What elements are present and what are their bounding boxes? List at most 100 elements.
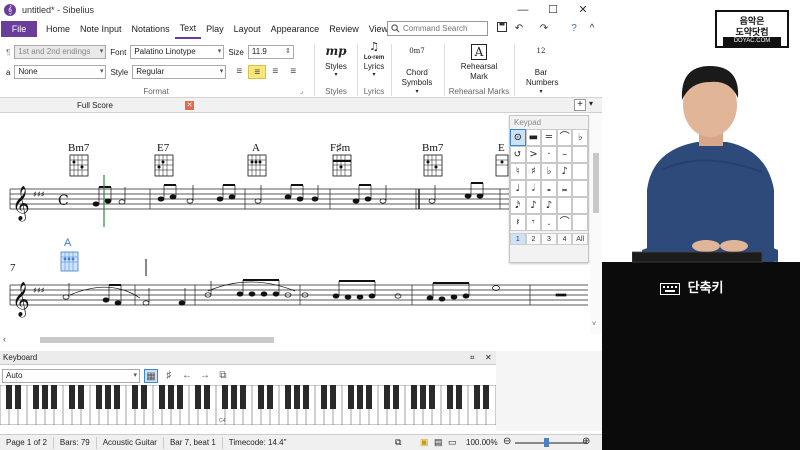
spreads-view-icon[interactable]: ▤ — [434, 437, 443, 448]
arrow-right-icon[interactable]: → — [198, 369, 212, 383]
pin-icon[interactable]: ⌗ — [470, 351, 475, 365]
chord-symbol-1[interactable]: Bm7 — [68, 142, 90, 154]
tab-note-input[interactable]: Note Input — [75, 20, 127, 38]
keypad-layout-tab-1[interactable]: 1 — [510, 233, 526, 245]
text-style-dropdown[interactable]: 1st and 2nd endings ▾ — [14, 45, 107, 59]
vertical-scrollbar[interactable]: ˅ — [590, 113, 602, 335]
styles-button[interactable]: mp Styles ▾ — [318, 40, 354, 78]
keypad-key[interactable]: 𝅘𝅥𝅯 — [510, 197, 526, 214]
add-tab-icon[interactable]: + — [574, 99, 586, 111]
keypad-key[interactable]: ⊙ — [510, 129, 526, 146]
keypad-key[interactable]: · — [541, 146, 557, 163]
chord-symbol-3[interactable]: A — [252, 142, 260, 154]
chord-diagram[interactable] — [154, 154, 174, 177]
character-style-dropdown[interactable]: None ▾ — [14, 65, 107, 79]
keypad-layout-tab-all[interactable]: All — [572, 233, 588, 245]
keypad-key[interactable]: ♮ — [510, 163, 526, 180]
notes-staff-2[interactable] — [62, 279, 567, 306]
keypad-key[interactable]: ♭ — [572, 129, 588, 146]
keypad-key[interactable]: ▬ — [525, 129, 542, 146]
font-style-dropdown[interactable]: Regular ▾ — [132, 65, 227, 79]
align-right-button[interactable]: ≡ — [266, 65, 284, 79]
save-icon[interactable] — [496, 22, 508, 36]
keypad-key[interactable]: ♩ — [510, 180, 526, 197]
keypad-key[interactable]: > — [525, 146, 542, 163]
close-button[interactable]: ✕ — [575, 2, 591, 18]
score-canvas[interactable]: Bm7 E7 A F♯m Bm7 E 𝄞 ♯♯♯ C A 7 𝄞 ♯♯♯ Key… — [0, 113, 590, 335]
keypad-layout-tab-3[interactable]: 3 — [541, 233, 557, 245]
grid-icon[interactable]: ▦ — [144, 368, 158, 383]
tab-notations[interactable]: Notations — [127, 20, 175, 38]
full-score-tab[interactable]: Full Score — [0, 98, 190, 113]
scroll-down-icon[interactable]: ˅ — [592, 321, 596, 328]
zoom-in-icon[interactable]: ⊕ — [582, 436, 590, 447]
horizontal-scroll-thumb[interactable] — [40, 337, 274, 343]
keypad-key[interactable]: 𝄽 — [510, 214, 526, 231]
close-panel-icon[interactable]: ✕ — [485, 351, 492, 365]
keyboard-mode-dropdown[interactable]: Auto ▾ — [2, 368, 140, 383]
tab-home[interactable]: Home — [41, 20, 75, 38]
keypad-key[interactable] — [572, 146, 588, 163]
zoom-slider[interactable] — [515, 442, 587, 444]
chord-diagram[interactable] — [423, 154, 443, 177]
arrow-left-icon[interactable]: ← — [180, 369, 194, 383]
keypad-key[interactable]: . — [541, 214, 557, 231]
keypad-panel[interactable]: Keypad ⊙ ▬ = ⌒ ♭ ↺ > · – ♮ ♯ ♭ ♪ ♩ 𝅗𝅥 𝅝 … — [509, 115, 589, 263]
panorama-view-icon[interactable]: ▭ — [448, 437, 457, 448]
chord-diagram[interactable] — [69, 154, 89, 177]
command-search-input[interactable] — [403, 24, 483, 33]
font-dropdown[interactable]: Palatino Linotype ▾ — [130, 45, 225, 59]
tab-review[interactable]: Review — [324, 20, 364, 38]
chord-diagram-selected[interactable] — [60, 251, 79, 272]
zoom-slider-thumb[interactable] — [544, 438, 549, 447]
tab-play[interactable]: Play — [201, 20, 229, 38]
font-size-stepper[interactable]: 11.9 ⇕ — [247, 45, 294, 59]
overlap-icon[interactable]: ⧉ — [216, 369, 230, 383]
keypad-key[interactable]: ♭ — [541, 163, 557, 180]
keypad-key[interactable]: ♪ — [525, 197, 542, 214]
vertical-scroll-thumb[interactable] — [593, 153, 599, 213]
keypad-key[interactable] — [572, 214, 588, 231]
tab-text[interactable]: Text — [174, 19, 202, 39]
tab-appearance[interactable]: Appearance — [266, 20, 325, 38]
chord-diagram[interactable] — [332, 154, 352, 177]
file-tab[interactable]: File — [1, 21, 37, 37]
zoom-out-icon[interactable]: ⊖ — [503, 436, 511, 447]
spin-arrows-icon[interactable]: ⇕ — [285, 46, 291, 58]
help-icon[interactable]: ? — [568, 22, 580, 36]
keypad-key[interactable]: ♪ — [556, 163, 573, 180]
keypad-key[interactable] — [556, 197, 573, 214]
staff-system-2[interactable] — [9, 284, 588, 306]
tab-menu-icon[interactable]: ▾ — [589, 99, 593, 108]
rehearsal-mark[interactable]: A — [64, 237, 72, 249]
chord-diagram[interactable] — [247, 154, 267, 177]
align-left-button[interactable]: ≡ — [230, 65, 248, 79]
keypad-key[interactable]: 𝅜 — [556, 180, 573, 197]
piano-keyboard[interactable]: C4 — [0, 384, 497, 426]
keypad-key[interactable] — [572, 197, 588, 214]
keypad-key[interactable]: ↺ — [510, 146, 526, 163]
page-view-icon[interactable]: ▣ — [420, 437, 429, 448]
minimize-ribbon-icon[interactable]: ^ — [586, 22, 598, 36]
redo-icon[interactable]: ↷ — [538, 22, 550, 36]
keypad-key[interactable]: – — [556, 146, 573, 163]
chord-symbol-4[interactable]: F♯m — [330, 142, 351, 154]
sharp-input-icon[interactable]: ♯ — [162, 369, 176, 383]
keypad-key[interactable]: ♪ — [541, 197, 557, 214]
lyrics-button[interactable]: ♫ Lo-rem Lyrics ▾ — [359, 40, 389, 78]
keypad-key[interactable]: = — [541, 129, 557, 146]
keypad-layout-tab-4[interactable]: 4 — [556, 233, 573, 245]
scroll-left-icon[interactable]: ‹ — [3, 334, 6, 344]
rehearsal-mark-button[interactable]: A Rehearsal Mark — [447, 40, 511, 82]
close-tab-icon[interactable]: ✕ — [185, 101, 194, 110]
keypad-key[interactable]: ⌒ — [556, 214, 573, 231]
keypad-key[interactable]: 𝅗𝅥 — [525, 180, 542, 197]
keypad-key[interactable] — [572, 163, 588, 180]
maximize-button[interactable]: ☐ — [545, 2, 561, 18]
chord-symbol-6[interactable]: E — [498, 142, 505, 154]
format-dialog-launcher-icon[interactable]: ⌟ — [300, 87, 303, 95]
chord-symbols-button[interactable]: 0m7 Chord Symbols ▾ — [394, 40, 440, 95]
keypad-key[interactable]: 𝄾 — [525, 214, 542, 231]
horizontal-scrollbar[interactable]: ‹ — [0, 334, 602, 346]
tab-layout[interactable]: Layout — [229, 20, 266, 38]
